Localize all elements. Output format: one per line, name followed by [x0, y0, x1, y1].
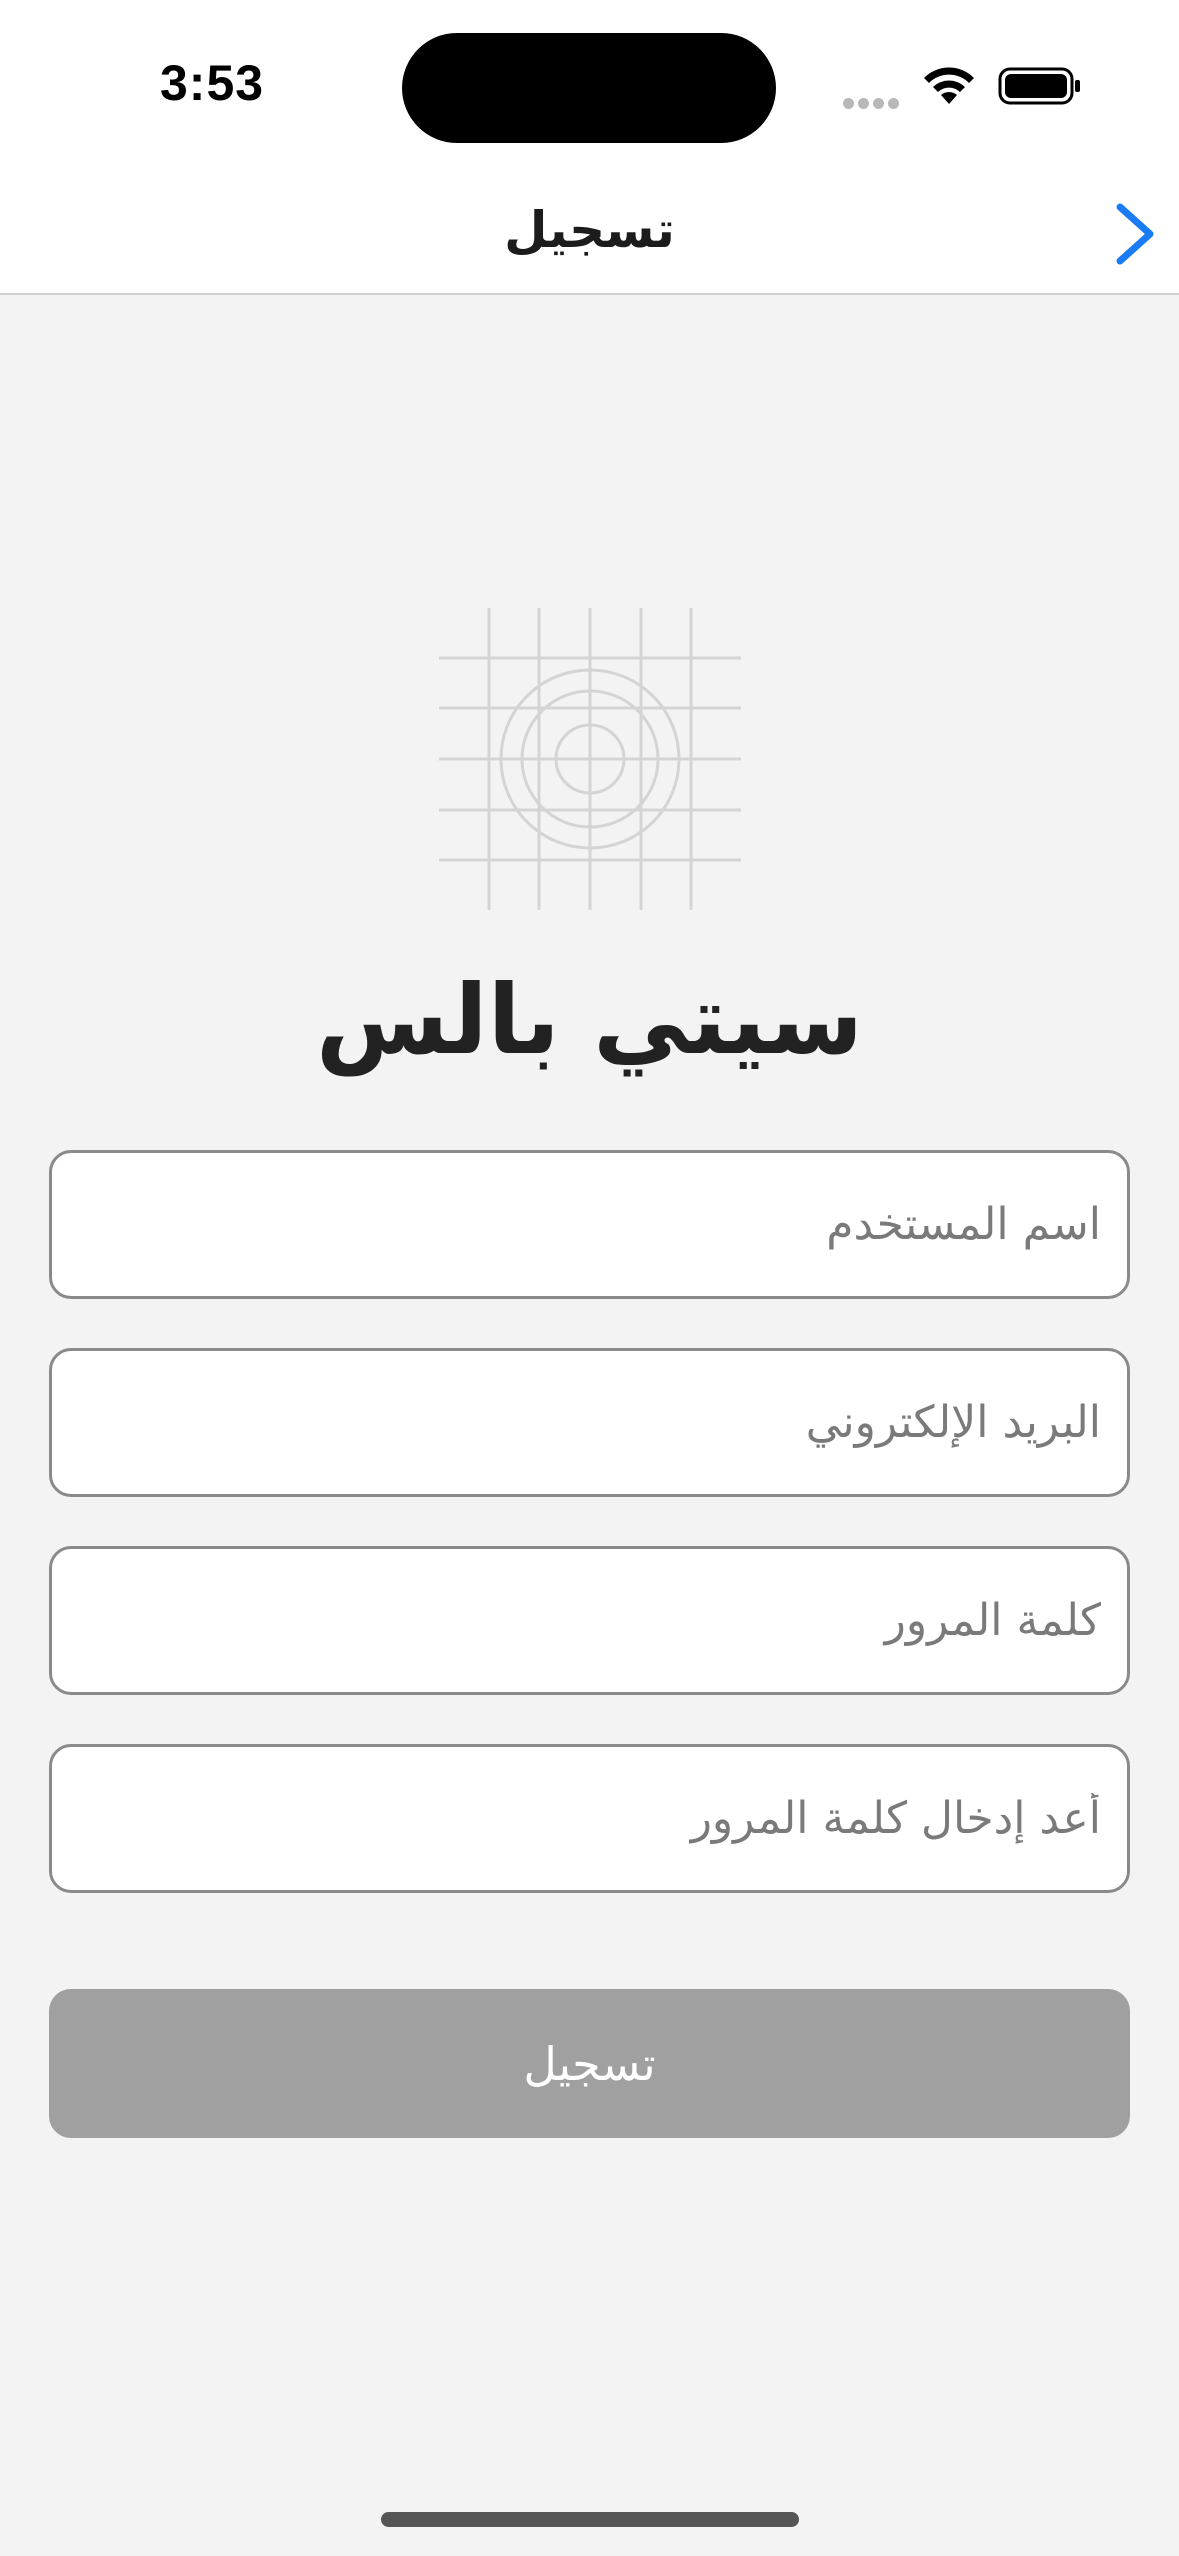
- register-button[interactable]: تسجيل: [49, 1989, 1130, 2138]
- confirm-password-input[interactable]: [49, 1744, 1130, 1893]
- placeholder-image-icon: [439, 608, 741, 910]
- navigation-bar: تسجيل: [0, 175, 1179, 295]
- app-title: سيتي بالس: [315, 964, 864, 1076]
- chevron-right-icon[interactable]: [1110, 199, 1162, 269]
- battery-icon: [998, 67, 1080, 105]
- nav-title: تسجيل: [504, 201, 675, 259]
- register-screen: 3:53 تسجيل سيتي بالس اسم المستخدم البريد…: [0, 0, 1179, 2556]
- status-bar: 3:53: [0, 0, 1179, 175]
- register-button-label: تسجيل: [523, 2037, 656, 2090]
- email-input[interactable]: [49, 1348, 1130, 1497]
- username-input[interactable]: [49, 1150, 1130, 1299]
- cellular-signal-icon: [843, 94, 907, 109]
- password-input[interactable]: [49, 1546, 1130, 1695]
- wifi-icon: [924, 67, 974, 104]
- status-time: 3:53: [160, 55, 265, 111]
- home-indicator[interactable]: [381, 2512, 799, 2527]
- dynamic-island: [402, 33, 776, 143]
